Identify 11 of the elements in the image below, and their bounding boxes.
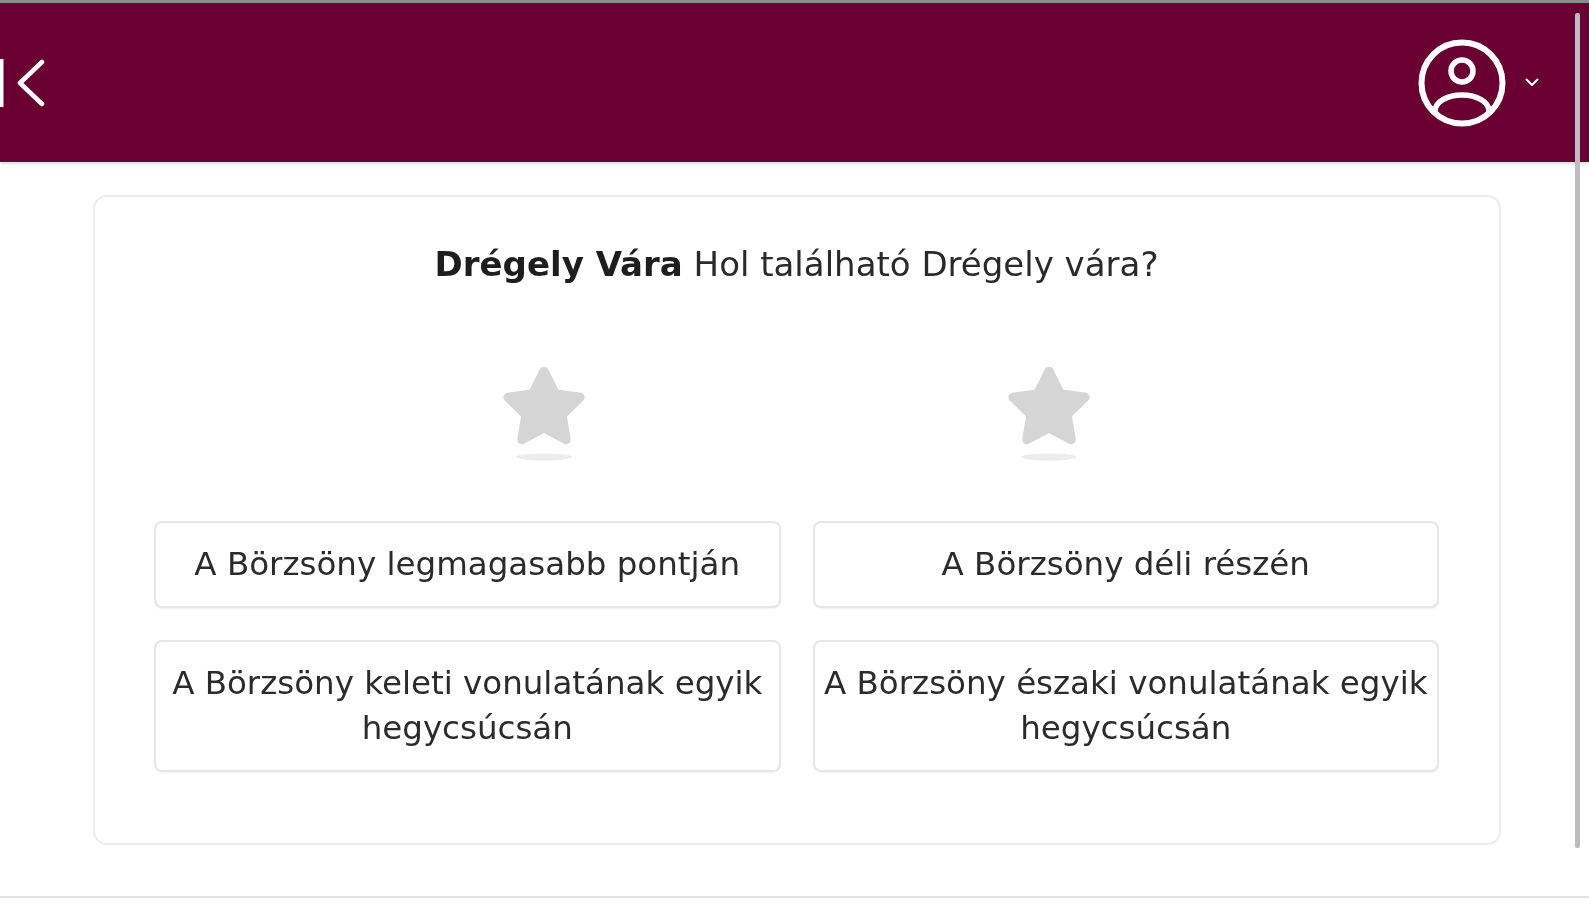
answer-option[interactable]: A Börzsöny legmagasabb pontján <box>154 521 781 608</box>
answer-option[interactable]: A Börzsöny déli részén <box>812 521 1439 608</box>
account-menu-button[interactable] <box>1418 38 1539 127</box>
back-icon <box>0 58 46 107</box>
user-avatar-icon <box>1418 38 1506 127</box>
back-button[interactable] <box>0 58 46 107</box>
question-text: Drégely Vára Hol található Drégely vára? <box>433 243 1160 286</box>
caret-down-icon <box>1525 78 1539 87</box>
scrollbar[interactable] <box>1575 13 1580 848</box>
answer-option[interactable]: A Börzsöny északi vonulatának egyik hegycsúcsán <box>812 640 1439 772</box>
answer-option[interactable]: A Börzsöny keleti vonulatának egyik hegycsúcsán <box>154 640 781 772</box>
